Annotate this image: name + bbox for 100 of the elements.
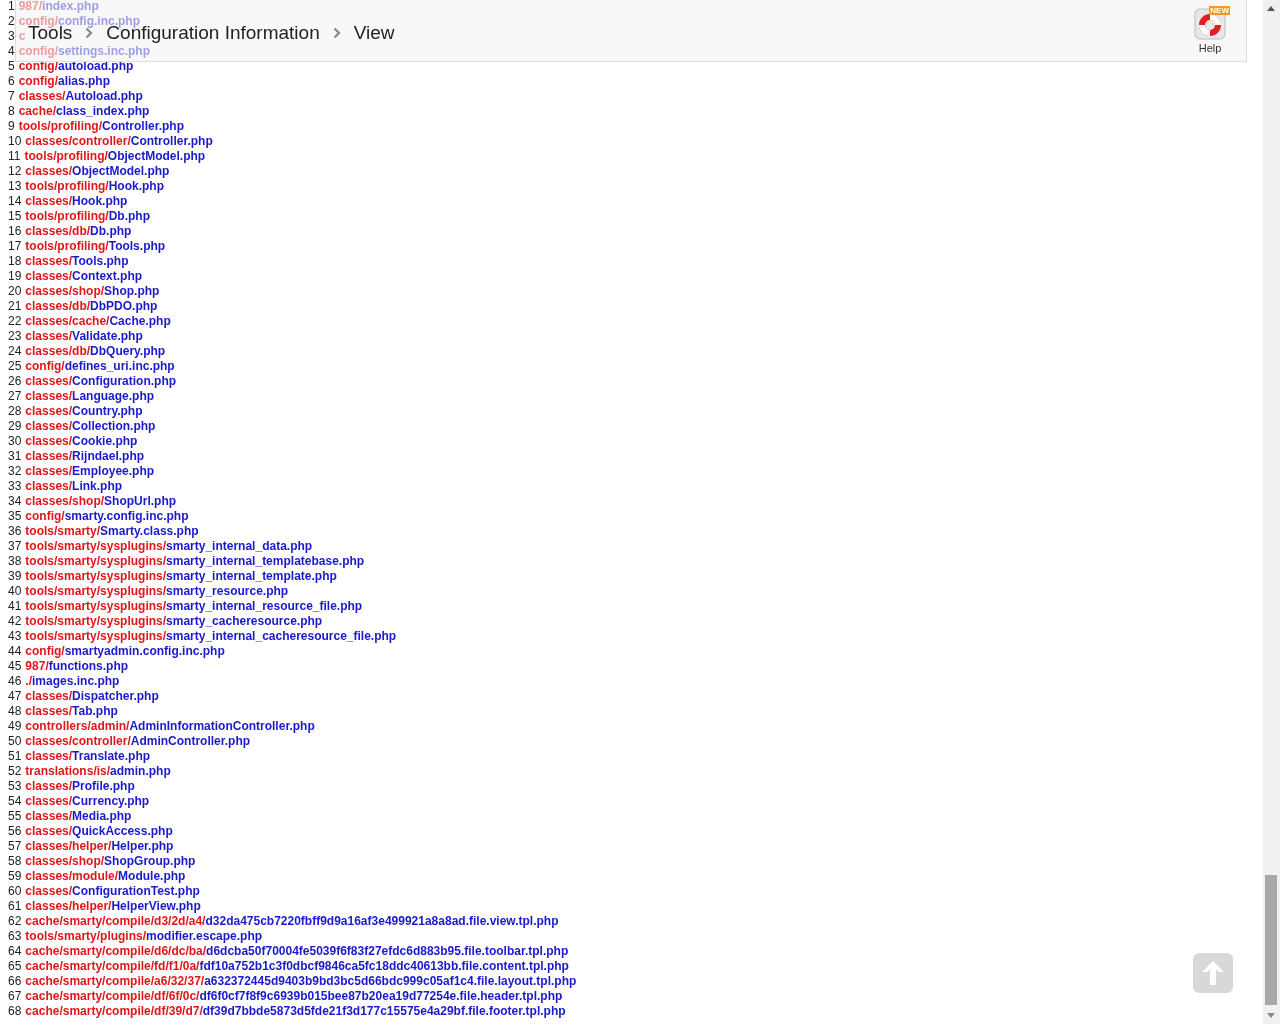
line-number: 33 (8, 479, 22, 493)
line-number: 34 (8, 494, 22, 508)
line-number: 59 (8, 869, 22, 883)
directory-path: classes/ (25, 884, 73, 898)
directory-path: tools/smarty/sysplugins/ (25, 599, 167, 613)
line-number: 42 (8, 614, 22, 628)
line-number: 37 (8, 539, 22, 553)
directory-path: classes/ (25, 794, 73, 808)
line-number: 13 (8, 179, 22, 193)
directory-path: classes/db/ (25, 224, 91, 238)
line-number: 4 (8, 44, 15, 58)
directory-path: classes/ (25, 404, 73, 418)
file-name: Cache.php (109, 314, 171, 328)
directory-path: tools/profiling/ (25, 179, 109, 193)
line-number: 31 (8, 449, 22, 463)
line-number: 57 (8, 839, 22, 853)
file-name: smarty_internal_resource_file.php (166, 599, 363, 613)
line-number: 45 (8, 659, 22, 673)
line-number: 67 (8, 989, 22, 1003)
directory-path: classes/ (25, 749, 73, 763)
line-number: 38 (8, 554, 22, 568)
line-number: 48 (8, 704, 22, 718)
file-name: Hook.php (108, 179, 164, 193)
file-name: df6f0cf7f8f9c6939b015bee87b20ea19d77254e.file.header.tpl.php (199, 989, 563, 1003)
file-name: Configuration.php (72, 374, 177, 388)
line-number: 28 (8, 404, 22, 418)
line-number: 29 (8, 419, 22, 433)
directory-path: classes/ (25, 254, 73, 268)
scroll-down-icon[interactable] (1267, 1013, 1275, 1018)
directory-path: classes/helper/ (25, 839, 112, 853)
line-number: 18 (8, 254, 22, 268)
file-name: Controller.php (130, 134, 213, 148)
file-name: index.php (42, 0, 99, 13)
directory-path: tools/profiling/ (25, 239, 109, 253)
scroll-thumb[interactable] (1265, 875, 1277, 1005)
line-number: 60 (8, 884, 22, 898)
directory-path: cache/smarty/compile/d3/2d/a4/ (25, 914, 206, 928)
directory-path: classes/ (25, 419, 73, 433)
directory-path: config/ (25, 644, 65, 658)
file-name: df39d7bbde5873d5fde21f3d177c15575e4a29bf.file.footer.tpl.php (202, 1004, 566, 1018)
file-name: a632372445d9403b9bd3bc5d66bdc999c05af1c4.file.layout.tpl.php (204, 974, 577, 988)
file-name: smarty_internal_templatebase.php (166, 554, 365, 568)
line-number: 40 (8, 584, 22, 598)
line-number: 35 (8, 509, 22, 523)
file-name: ShopUrl.php (104, 494, 177, 508)
line-number: 6 (8, 74, 15, 88)
directory-path: classes/ (25, 194, 73, 208)
file-name: Controller.php (102, 119, 184, 133)
directory-path: config/ (18, 44, 58, 58)
line-number: 44 (8, 644, 22, 658)
directory-path: classes/module/ (25, 869, 119, 883)
file-name: d32da475cb7220fbff9d9a16af3e499921a8a8ad.file.view.tpl.php (205, 914, 559, 928)
directory-path: tools/smarty/sysplugins/ (25, 554, 167, 568)
line-number: 47 (8, 689, 22, 703)
file-name: Autoload.php (65, 89, 143, 103)
file-name: ShopGroup.php (104, 854, 196, 868)
file-name: smarty_internal_data.php (166, 539, 313, 553)
file-name: AdminController.php (130, 734, 251, 748)
directory-path: tools/smarty/plugins/ (25, 929, 147, 943)
file-name: smarty.config.inc.php (64, 509, 189, 523)
file-name: Rijndael.php (72, 449, 145, 463)
directory-path: classes/controller/ (25, 734, 131, 748)
directory-path: classes/ (25, 389, 73, 403)
directory-path: classes/ (25, 824, 73, 838)
file-name: Cookie.php (72, 434, 138, 448)
line-number: 9 (8, 119, 15, 133)
line-number: 17 (8, 239, 22, 253)
directory-path: classes/ (25, 449, 73, 463)
file-name: Helper.php (111, 839, 174, 853)
line-number: 51 (8, 749, 22, 763)
line-number: 12 (8, 164, 22, 178)
line-number: 61 (8, 899, 22, 913)
file-name: admin.php (110, 764, 171, 778)
line-number: 49 (8, 719, 22, 733)
directory-path: classes/ (25, 374, 73, 388)
directory-path: classes/controller/ (25, 134, 131, 148)
scroll-up-icon[interactable] (1267, 6, 1275, 11)
line-number: 15 (8, 209, 22, 223)
file-name: Currency.php (72, 794, 150, 808)
directory-path: classes/ (25, 164, 73, 178)
directory-path: cache/ (18, 104, 57, 118)
file-name: Translate.php (72, 749, 151, 763)
file-name: smartyadmin.config.inc.php (64, 644, 225, 658)
scroll-to-top-button[interactable] (1193, 953, 1233, 993)
file-name: Db.php (108, 209, 150, 223)
help-button[interactable]: NEW Help (1194, 7, 1246, 54)
directory-path: tools/smarty/sysplugins/ (25, 629, 167, 643)
line-number: 25 (8, 359, 22, 373)
file-name: Hook.php (72, 194, 128, 208)
directory-path: classes/ (25, 689, 73, 703)
line-number: 46 (8, 674, 22, 688)
file-name: QuickAccess.php (72, 824, 173, 838)
directory-path: translations/is/ (25, 764, 111, 778)
directory-path: 987/ (18, 0, 43, 13)
file-name: DbQuery.php (90, 344, 166, 358)
line-number: 68 (8, 1004, 22, 1018)
file-name: config.inc.php (58, 14, 140, 28)
line-number: 52 (8, 764, 22, 778)
directory-path: tools/profiling/ (24, 149, 108, 163)
line-number: 22 (8, 314, 22, 328)
